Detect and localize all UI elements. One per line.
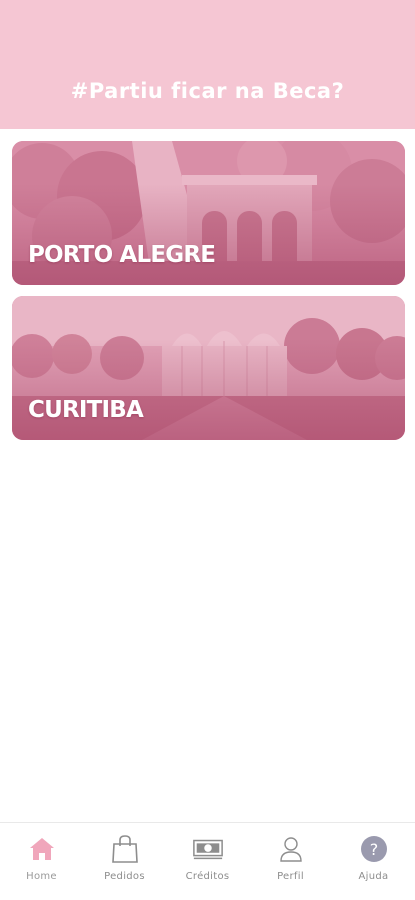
- shopping-bag-icon: [109, 833, 141, 865]
- city-name-curitiba: CURITIBA: [28, 397, 144, 423]
- nav-label-pedidos: Pedidos: [104, 871, 145, 882]
- app-header: #Partiu ficar na Beca?: [0, 0, 415, 129]
- city-card-curitiba[interactable]: CURITIBA: [12, 296, 405, 440]
- nav-label-ajuda: Ajuda: [358, 871, 389, 882]
- nav-item-ajuda[interactable]: ? Ajuda: [339, 833, 409, 882]
- nav-label-creditos: Créditos: [185, 871, 230, 882]
- nav-label-home: Home: [26, 871, 57, 882]
- city-name-porto-alegre: PORTO ALEGRE: [28, 242, 216, 268]
- page-title: #Partiu ficar na Beca?: [70, 79, 345, 103]
- bottom-navigation: Home Pedidos Créditos Perfil ? Ajuda: [0, 822, 415, 900]
- nav-item-home[interactable]: Home: [7, 833, 77, 882]
- help-icon: ?: [358, 833, 390, 865]
- card-overlay: [12, 339, 405, 440]
- nav-label-perfil: Perfil: [277, 871, 304, 882]
- svg-text:?: ?: [369, 840, 378, 859]
- nav-item-perfil[interactable]: Perfil: [256, 833, 326, 882]
- home-icon: [26, 833, 58, 865]
- nav-item-creditos[interactable]: Créditos: [173, 833, 243, 882]
- city-card-porto-alegre[interactable]: PORTO ALEGRE: [12, 141, 405, 285]
- card-overlay: [12, 184, 405, 285]
- nav-item-pedidos[interactable]: Pedidos: [90, 833, 160, 882]
- user-icon: [275, 833, 307, 865]
- money-icon: [192, 833, 224, 865]
